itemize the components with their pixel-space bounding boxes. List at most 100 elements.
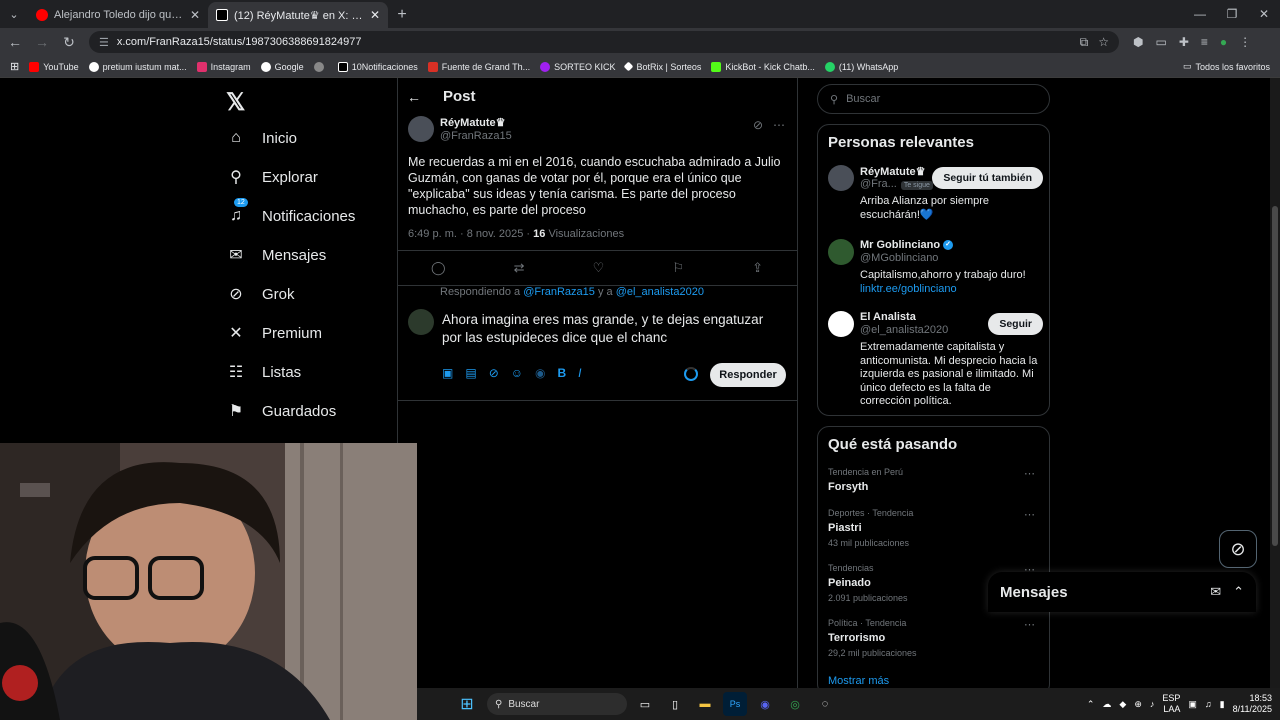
back-arrow-icon[interactable]: ←: [407, 89, 421, 105]
trend-item[interactable]: Tendencia en Perú Forsyth ⋯: [828, 467, 1043, 493]
nav-grok[interactable]: ⊘ Grok: [226, 284, 294, 304]
person-item[interactable]: El Analista @el_analista2020 Seguir Extr…: [828, 311, 1043, 411]
bookmark-youtube[interactable]: YouTube: [29, 61, 79, 72]
profile-avatar-icon[interactable]: ●: [1220, 35, 1227, 49]
close-tab-icon[interactable]: ✕: [370, 8, 380, 22]
address-bar[interactable]: ☰ x.com/FranRaza15/status/19873063886918…: [89, 31, 1119, 53]
discord-icon[interactable]: ◉: [753, 692, 777, 716]
bookmark-google[interactable]: Google: [260, 61, 304, 72]
new-message-icon[interactable]: ✉: [1210, 584, 1221, 600]
person-name[interactable]: Mr Goblinciano ✓: [860, 239, 954, 251]
bookmark-gta[interactable]: Fuente de Grand Th...: [427, 61, 530, 72]
show-more-link[interactable]: Mostrar más: [828, 675, 889, 687]
bookmark-unnamed[interactable]: [313, 61, 328, 72]
bookmark-star-icon[interactable]: ☆: [1098, 35, 1109, 50]
nav-lists[interactable]: ☷ Listas: [226, 362, 301, 382]
tray-app-icon[interactable]: ◆: [1119, 699, 1126, 710]
avatar[interactable]: [828, 311, 854, 337]
author-handle[interactable]: @FranRaza15: [440, 130, 512, 142]
reload-icon[interactable]: ↻: [57, 30, 81, 54]
person-name[interactable]: El Analista: [860, 311, 916, 323]
forward-icon[interactable]: →: [30, 30, 54, 54]
extension-icon[interactable]: ⬢: [1133, 35, 1143, 49]
file-explorer-icon[interactable]: ▬: [693, 692, 717, 716]
retweet-icon[interactable]: ⇄: [514, 260, 525, 276]
restore-icon[interactable]: ❐: [1216, 0, 1248, 28]
author-name[interactable]: RéyMatute♛: [440, 116, 512, 129]
messages-dock[interactable]: Mensajes ✉ ⌃: [988, 572, 1256, 612]
reply-input[interactable]: Ahora imagina eres mas grande, y te deja…: [442, 311, 782, 347]
scrollbar-thumb[interactable]: [1272, 206, 1278, 546]
apps-icon[interactable]: ⊞: [10, 60, 19, 73]
search-input[interactable]: ⚲ Buscar: [817, 84, 1050, 114]
taskbar-search[interactable]: ⚲ Buscar: [487, 693, 627, 715]
extension-icon[interactable]: ▭: [1155, 35, 1166, 49]
share-icon[interactable]: ⇪: [752, 260, 763, 276]
more-icon[interactable]: ⋯: [1024, 467, 1035, 480]
follow-button[interactable]: Seguir tú también: [932, 167, 1043, 189]
tray-chevron-icon[interactable]: ⌃: [1087, 699, 1095, 710]
person-item[interactable]: Mr Goblinciano ✓ @MGoblinciano Capitalism…: [828, 239, 1043, 299]
mention-link[interactable]: @FranRaza15: [523, 286, 595, 298]
nav-premium[interactable]: ✕ Premium: [226, 323, 322, 343]
photoshop-icon[interactable]: Ps: [723, 692, 747, 716]
bookmark-kickbot[interactable]: KickBot - Kick Chatb...: [711, 61, 815, 72]
avatar[interactable]: [828, 165, 854, 191]
bookmark-whatsapp[interactable]: (11) WhatsApp: [824, 61, 898, 72]
bookmark-botrix[interactable]: BotRix | Sorteos: [624, 62, 701, 72]
reply-button[interactable]: Responder: [710, 363, 786, 387]
bookmark-sorteo-kick[interactable]: SORTEO KICK: [540, 61, 615, 72]
language-indicator[interactable]: ESP LAA: [1162, 693, 1180, 715]
tweet-author[interactable]: RéyMatute♛ @FranRaza15: [408, 116, 512, 142]
battery-icon[interactable]: ▮: [1220, 699, 1225, 710]
nav-explore[interactable]: ⚲ Explorar: [226, 167, 318, 187]
task-view-icon[interactable]: ▭: [633, 692, 657, 716]
like-icon[interactable]: ♡: [593, 260, 605, 276]
nav-bookmarks[interactable]: ⚑ Guardados: [226, 401, 336, 421]
more-icon[interactable]: ⋯: [1024, 618, 1035, 631]
menu-icon[interactable]: ⋮: [1239, 35, 1251, 49]
browser-tab[interactable]: Alejandro Toledo dijo que recib ✕: [28, 2, 208, 28]
nav-notifications[interactable]: ♫ 12 Notificaciones: [226, 198, 355, 226]
nav-home[interactable]: ⌂ Inicio: [226, 128, 297, 148]
bookmark-notificaciones[interactable]: 10Notificaciones: [337, 61, 418, 72]
more-icon[interactable]: ⋯: [1024, 508, 1035, 521]
bold-icon[interactable]: B: [558, 366, 567, 380]
volume-icon[interactable]: ♫: [1205, 699, 1212, 709]
media-icon[interactable]: ≡: [1201, 35, 1208, 49]
grok-icon[interactable]: ⊘: [489, 366, 499, 380]
location-icon[interactable]: ◉: [535, 366, 545, 380]
chrome-icon[interactable]: ◎: [783, 692, 807, 716]
italic-icon[interactable]: I: [578, 366, 581, 380]
site-info-icon[interactable]: ☰: [99, 36, 109, 49]
close-window-icon[interactable]: ✕: [1248, 0, 1280, 28]
bio-link[interactable]: linktr.ee/goblinciano: [860, 283, 1040, 297]
mic-icon[interactable]: ♪: [1150, 699, 1155, 709]
install-icon[interactable]: ⧉: [1080, 35, 1089, 50]
bookmark-icon[interactable]: ⚐: [672, 260, 684, 276]
app-icon[interactable]: ◌: [813, 692, 837, 716]
avatar[interactable]: [408, 116, 434, 142]
new-tab-button[interactable]: +: [388, 2, 416, 28]
all-bookmarks[interactable]: ▭ Todos los favoritos: [1183, 61, 1270, 72]
windows-start-icon[interactable]: ⊞: [455, 692, 479, 716]
x-logo-icon[interactable]: 𝕏: [226, 88, 245, 117]
reply-icon[interactable]: ◯: [431, 260, 446, 276]
mention-link[interactable]: @el_analista2020: [616, 286, 704, 298]
tab-search-button[interactable]: ⌄: [0, 0, 28, 28]
bookmark-instagram[interactable]: Instagram: [196, 61, 251, 72]
expand-icon[interactable]: ⌃: [1233, 584, 1244, 600]
more-icon[interactable]: ⋯: [773, 118, 785, 132]
follow-button[interactable]: Seguir: [988, 313, 1043, 335]
bookmark-pretium[interactable]: pretium iustum mat...: [88, 61, 187, 72]
close-tab-icon[interactable]: ✕: [190, 8, 200, 22]
nav-messages[interactable]: ✉ Mensajes: [226, 245, 326, 265]
person-name[interactable]: RéyMatute♛: [860, 165, 925, 178]
grok-explain-icon[interactable]: ⊘: [753, 118, 763, 132]
emoji-icon[interactable]: ☺: [511, 366, 523, 380]
trend-item[interactable]: Deportes · Tendencia Piastri 43 mil publ…: [828, 508, 1043, 548]
minimize-icon[interactable]: —: [1184, 0, 1216, 28]
image-icon[interactable]: ▣: [442, 366, 453, 380]
avatar[interactable]: [408, 309, 434, 335]
puzzle-icon[interactable]: ✚: [1179, 35, 1189, 49]
